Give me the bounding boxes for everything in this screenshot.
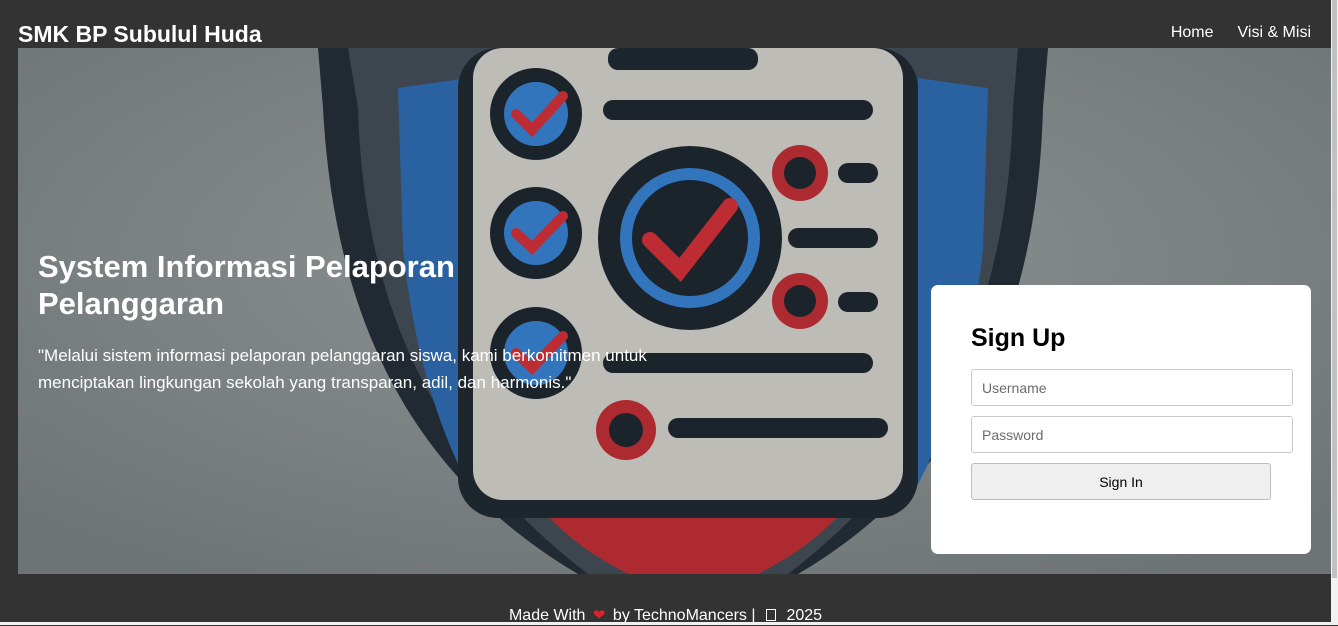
username-input[interactable] <box>971 369 1293 406</box>
hero-title: System Informasi Pelaporan Pelanggaran <box>38 249 455 321</box>
nav-links: Home Visi & Misi <box>1171 23 1311 43</box>
hero-text-block: System Informasi Pelaporan Pelanggaran "… <box>38 248 658 396</box>
password-input[interactable] <box>971 416 1293 453</box>
hero-quote: "Melalui sistem informasi pelaporan pela… <box>38 346 647 392</box>
brand-title[interactable]: SMK BP Subulul Huda <box>18 20 262 48</box>
vertical-scrollbar[interactable] <box>1331 0 1338 625</box>
top-navbar: SMK BP Subulul Huda Home Visi & Misi <box>0 0 1331 48</box>
scrollbar-thumb[interactable] <box>1332 0 1337 578</box>
signup-title: Sign Up <box>971 324 1066 352</box>
nav-visi-misi-link[interactable]: Visi & Misi <box>1238 23 1312 43</box>
copyright-icon <box>765 609 776 621</box>
signup-card: Sign Up Sign In <box>931 285 1311 554</box>
sign-in-button[interactable]: Sign In <box>971 463 1271 500</box>
nav-home-link[interactable]: Home <box>1171 23 1214 43</box>
